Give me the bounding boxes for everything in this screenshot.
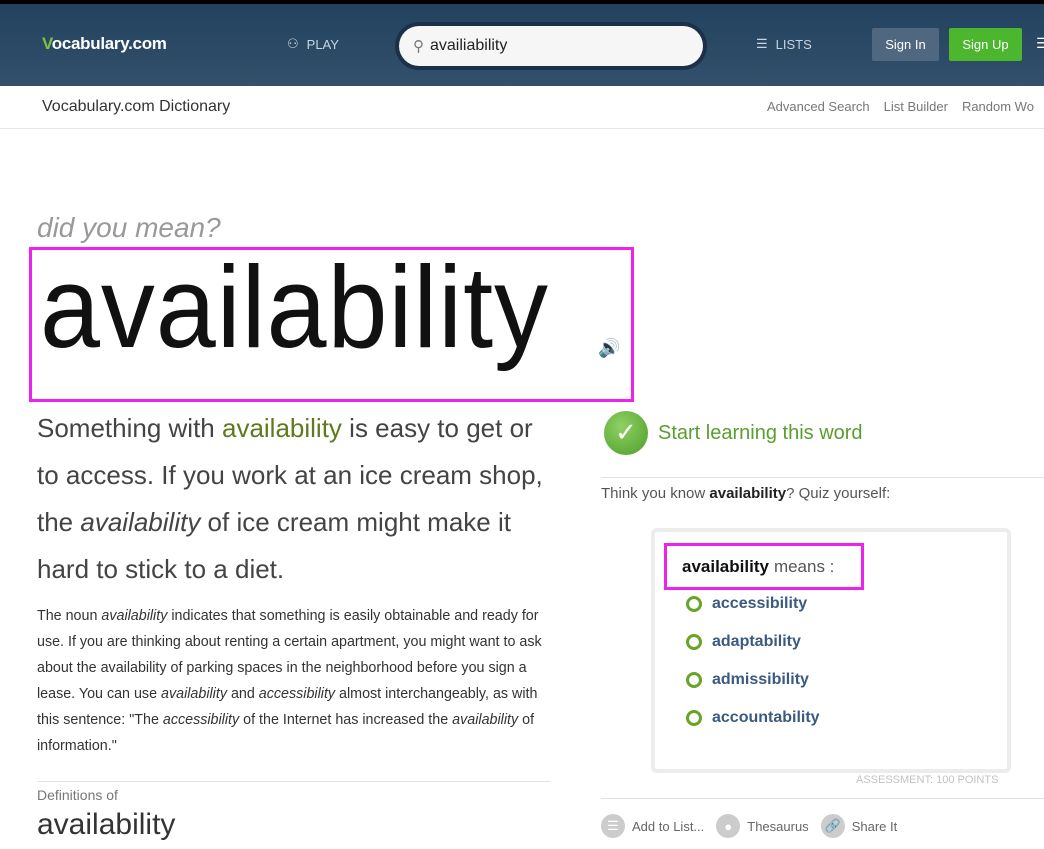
sign-in-button[interactable]: Sign In	[872, 28, 939, 61]
list-icon: ☰	[756, 36, 768, 51]
definition-segment: availability	[452, 712, 519, 728]
quiz-option[interactable]: accountability	[686, 709, 820, 727]
dictionary-title[interactable]: Vocabulary.com Dictionary	[42, 98, 230, 116]
list-builder-link[interactable]: List Builder	[884, 99, 948, 114]
thesaurus-icon: ●	[716, 814, 741, 838]
divider	[601, 798, 1044, 799]
random-word-link[interactable]: Random Wo	[962, 99, 1034, 114]
play-icon: ⚇	[287, 36, 299, 51]
definition-segment: The noun	[37, 608, 102, 624]
share-button[interactable]: 🔗 Share It	[820, 814, 897, 838]
logo[interactable]: Vocabulary.com	[42, 34, 167, 54]
start-learning-button[interactable]: ✓ Start learning this word	[604, 411, 863, 455]
quiz-prompt: Think you know availability? Quiz yourse…	[601, 485, 891, 502]
definitions-word: availability	[37, 808, 176, 841]
checkmark-icon: ✓	[604, 411, 648, 455]
speaker-icon[interactable]: 🔊	[598, 338, 620, 359]
advanced-search-link[interactable]: Advanced Search	[767, 99, 870, 114]
add-to-list-button[interactable]: ☰ Add to List...	[601, 814, 704, 838]
long-definition: The noun availability indicates that som…	[37, 603, 552, 759]
radio-icon	[686, 710, 702, 726]
radio-icon	[686, 672, 702, 688]
headword: availability	[40, 242, 549, 372]
short-definition: Something with availability is easy to g…	[37, 413, 543, 584]
definition-segment: accessibility	[162, 712, 240, 728]
play-link[interactable]: ⚇ PLAY	[287, 36, 339, 52]
sub-nav: Vocabulary.com Dictionary Advanced Searc…	[0, 86, 1044, 129]
search-box: ⚲ availiability	[395, 22, 707, 70]
definition-segment: accessibility	[258, 686, 336, 702]
quiz-option[interactable]: adaptability	[686, 633, 801, 651]
list-icon: ☰	[601, 814, 625, 838]
quiz-option[interactable]: admissibility	[686, 671, 809, 689]
definition-segment: and	[226, 686, 259, 702]
thesaurus-button[interactable]: ● Thesaurus	[716, 814, 809, 838]
word-actions: ☰ Add to List... ● Thesaurus 🔗 Share It	[601, 814, 909, 838]
quiz-option[interactable]: accessibility	[686, 595, 807, 613]
divider	[601, 477, 1044, 478]
quiz-question: availability means :	[664, 543, 864, 590]
word-highlight-box: availability 🔊	[29, 242, 634, 402]
sign-up-button[interactable]: Sign Up	[949, 28, 1022, 61]
definition-segment: of the Internet has increased the	[239, 712, 453, 728]
definition-segment: availability	[101, 608, 168, 624]
lists-link[interactable]: ☰ LISTS	[756, 36, 812, 52]
assessment-points: ASSESSMENT: 100 POINTS	[856, 774, 999, 786]
radio-icon	[686, 596, 702, 612]
definitions-of-label: Definitions of	[37, 787, 118, 803]
menu-icon[interactable]: ☰	[1036, 36, 1044, 52]
search-input[interactable]: ⚲ availiability	[399, 26, 703, 66]
definition-segment: availability	[161, 686, 227, 702]
radio-icon	[686, 634, 702, 650]
link-icon: 🔗	[820, 814, 845, 838]
search-icon: ⚲	[413, 38, 424, 55]
divider	[37, 781, 550, 782]
site-header: Vocabulary.com ⚇ PLAY ⚲ availiability ☰ LIS…	[0, 4, 1044, 86]
